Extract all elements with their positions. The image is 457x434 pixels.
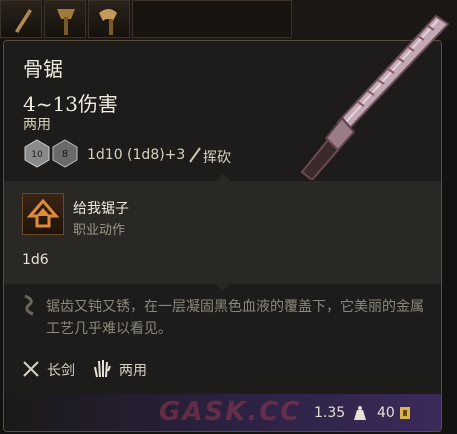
- action-type: 职业动作: [73, 223, 126, 238]
- tooltip-action-section: [4, 181, 441, 284]
- item-handedness: 两用: [23, 117, 51, 133]
- item-damage-range: 4~13伤害: [23, 92, 118, 116]
- action-name: 给我锯子: [73, 201, 129, 217]
- action-dice: 1d6: [22, 252, 49, 268]
- item-weight: 1.35: [314, 405, 346, 421]
- axe-thumb-icon: [57, 9, 75, 35]
- inventory-slot[interactable]: [44, 0, 86, 38]
- inventory-slot[interactable]: [132, 0, 292, 38]
- item-name: 骨锯: [23, 57, 63, 81]
- bone-saw-weapon-image: [300, 14, 450, 180]
- svg-text:10: 10: [31, 150, 43, 160]
- damage-formula: 1d10 (1d8)+3: [87, 147, 186, 163]
- damage-type: 挥砍: [203, 150, 231, 166]
- lore-quill-icon: [24, 294, 34, 316]
- damage-dice-icon: 10 8: [24, 139, 78, 168]
- hand-icon: [94, 360, 111, 378]
- crossed-swords-icon: [23, 361, 39, 377]
- item-value: 40: [377, 405, 395, 421]
- up-arrow-icon: [26, 198, 60, 228]
- proficiency-label: 两用: [119, 363, 147, 379]
- inventory-slot[interactable]: [0, 0, 42, 38]
- weapon-thumb-icon: [15, 9, 32, 33]
- watermark: GASK.CC: [159, 397, 302, 427]
- slashing-icon: [189, 147, 201, 163]
- proficiency-label: 长剑: [47, 363, 75, 379]
- action-icon-box[interactable]: [22, 193, 64, 235]
- axe-thumb-icon: [99, 9, 117, 35]
- gold-icon: [400, 407, 410, 419]
- item-lore: 锯齿又钝又锈，在一层凝固黑色血液的覆盖下，它美丽的金属工艺几乎难以看见。: [46, 299, 424, 337]
- inventory-slot[interactable]: [88, 0, 130, 38]
- weight-icon: [354, 406, 366, 420]
- svg-text:8: 8: [62, 149, 68, 160]
